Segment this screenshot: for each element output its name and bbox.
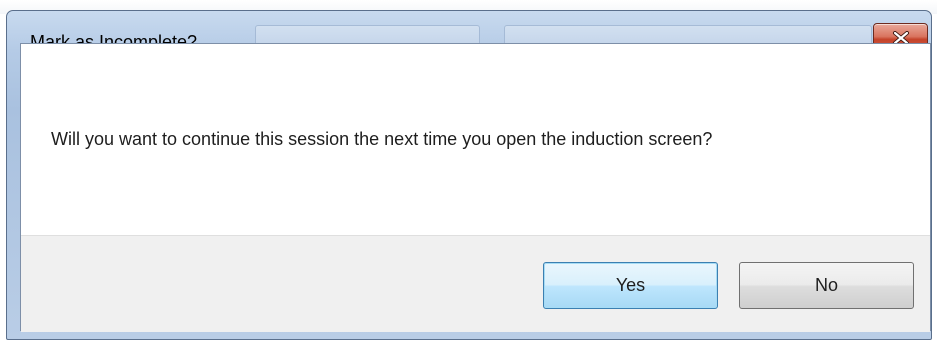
dialog-button-bar: Yes No <box>21 235 930 332</box>
yes-button[interactable]: Yes <box>543 262 718 309</box>
dialog-message: Will you want to continue this session t… <box>51 129 713 149</box>
no-button[interactable]: No <box>739 262 914 309</box>
dialog-client-area: Will you want to continue this session t… <box>20 43 931 332</box>
